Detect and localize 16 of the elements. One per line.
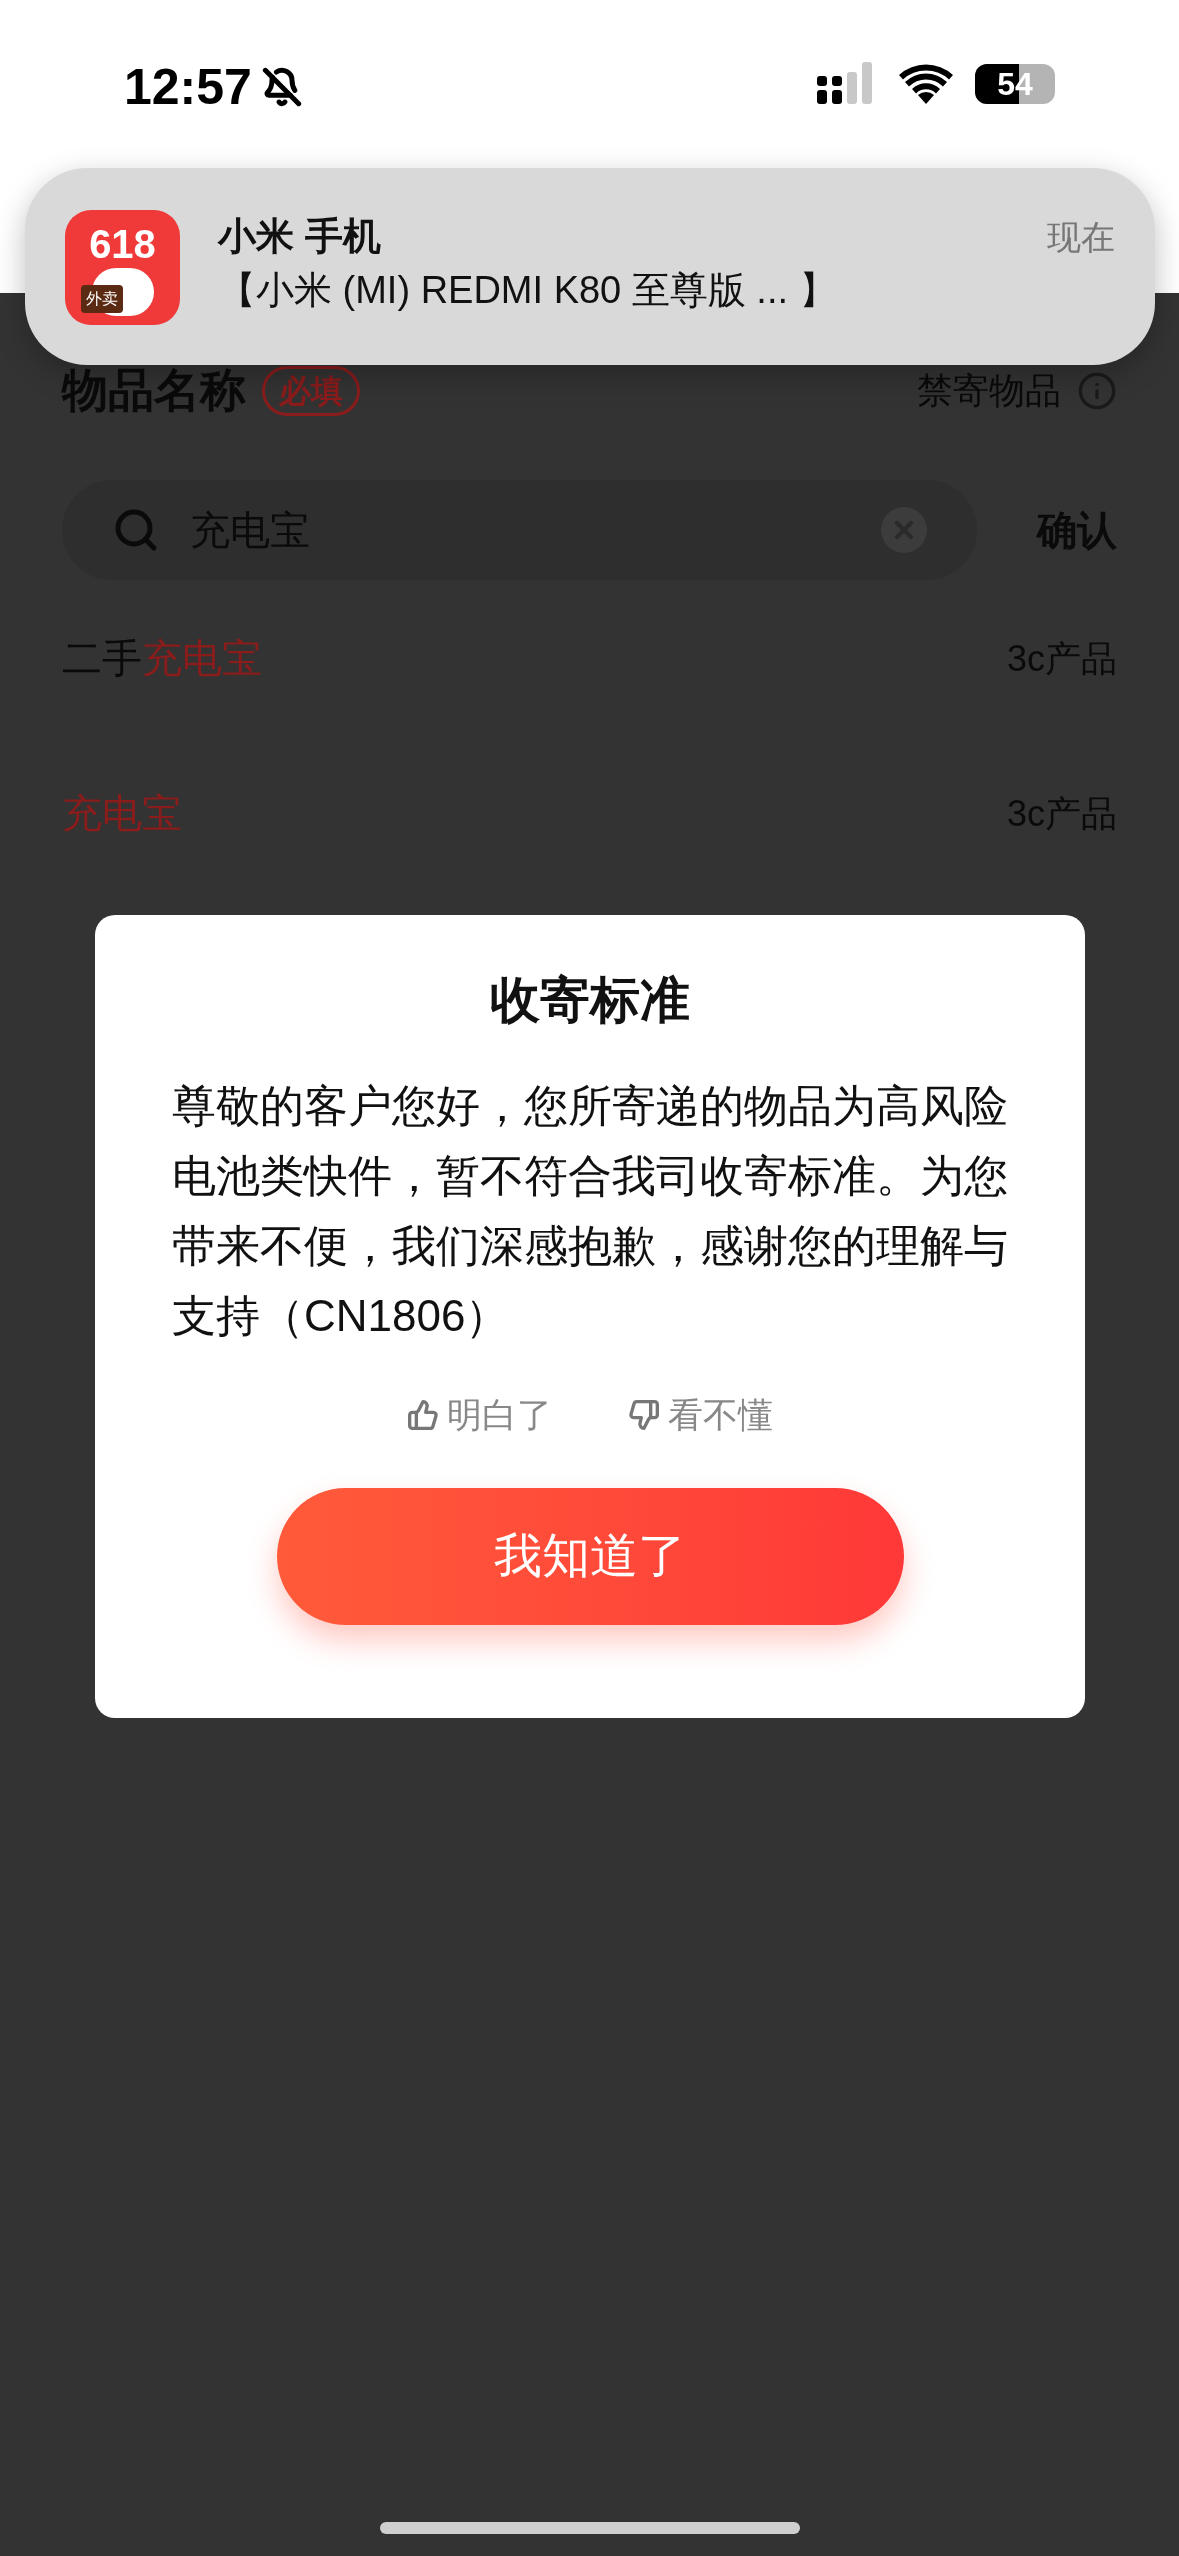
dialog-message: 尊敬的客户您好，您所寄递的物品为高风险电池类快件，暂不符合我司收寄标准。为您带来不便，我们深感抱歉，感谢您的理解与支持（CN1806） — [172, 1080, 1008, 1342]
feedback-button[interactable]: 看不懂 — [628, 1389, 773, 1442]
dialog-title: 收寄标准 — [490, 971, 690, 1030]
app-icon: 618 外卖 — [65, 210, 180, 325]
status-time: 12:57 — [124, 62, 252, 112]
feedback-button[interactable]: 明白了 — [407, 1389, 552, 1442]
required-tag: 必填 — [262, 365, 360, 416]
acknowledge-button[interactable]: 我知道了 — [276, 1487, 904, 1625]
notification-banner[interactable]: 618 外卖 小米 手机 【小米 (MI) REDMI K80 至尊版 ... 】 现在 — [25, 168, 1155, 365]
wifi-icon — [899, 64, 953, 104]
notification-body: 【小米 (MI) REDMI K80 至尊版 ... 】 — [218, 268, 838, 313]
thumbs-up-icon — [407, 1399, 439, 1432]
notification-time: 现在 — [1047, 217, 1115, 254]
notification-title: 小米 手机 — [218, 214, 382, 259]
info-icon[interactable] — [1077, 370, 1117, 411]
thumbs-down-icon — [628, 1399, 660, 1432]
